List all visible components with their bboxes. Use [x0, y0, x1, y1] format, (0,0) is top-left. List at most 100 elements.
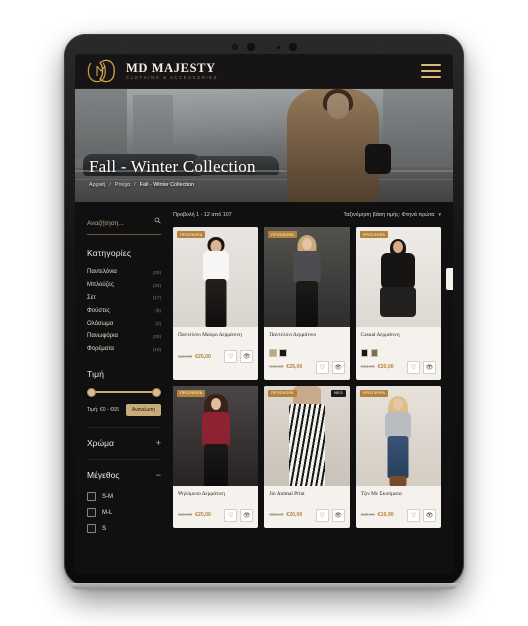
device-sensor-row: [64, 41, 464, 53]
sensor-dot-icon: [231, 44, 238, 50]
size-option-sm[interactable]: S-M: [87, 488, 161, 504]
eye-icon[interactable]: 👁: [240, 508, 254, 522]
sale-badge: ΠΡΟΣΦΟΡΑ: [268, 231, 297, 239]
product-info: Casual Δερμάτινη €34,00 €20,00 ♡ 👁: [356, 327, 441, 380]
eye-icon[interactable]: 👁: [423, 360, 436, 374]
product-title[interactable]: Τζιν Με Σκισίματα: [361, 491, 436, 505]
brand-logo[interactable]: MD MAJESTY CLOTHING & ACCESSORIES: [87, 59, 218, 83]
eye-icon[interactable]: 👁: [331, 508, 345, 522]
product-title[interactable]: Παντελόνι Μαύρο Δερμάτινη: [178, 332, 253, 346]
breadcrumb-item-home[interactable]: Αρχική: [89, 182, 105, 188]
category-label: Παντελόνια: [87, 269, 117, 276]
heart-icon[interactable]: ♡: [315, 360, 329, 374]
sidebar-item-dresses[interactable]: Φορέματα (19): [87, 343, 161, 356]
search-input[interactable]: [87, 220, 161, 227]
refresh-filter-button[interactable]: Ανανέωση: [125, 404, 161, 417]
color-filter-title: Χρώμα: [87, 438, 114, 449]
new-price: €19,90: [377, 512, 394, 518]
product-image: ΠΡΟΣΦΟΡΑ: [264, 227, 350, 327]
listing-toolbar: Προβολή 1 - 12 από 107 Ταξινόμηση βάση τ…: [173, 212, 441, 218]
heart-icon[interactable]: ♡: [407, 360, 420, 374]
product-photo: [173, 385, 259, 486]
checkbox-icon[interactable]: [87, 524, 96, 534]
heart-icon[interactable]: ♡: [407, 508, 420, 522]
device-screen: MD MAJESTY CLOTHING & ACCESSORIES Fall -…: [75, 54, 453, 574]
model-pants: [295, 281, 318, 327]
breadcrumb-separator: /: [134, 182, 136, 188]
brand-subtitle: CLOTHING & ACCESSORIES: [126, 75, 218, 81]
checkbox-icon[interactable]: [87, 492, 96, 502]
sidebar-item-set[interactable]: Σετ (17): [87, 292, 161, 305]
product-image: ΠΡΟΣΦΟΡΑ: [355, 227, 441, 327]
product-title[interactable]: Jin Animal Print: [269, 491, 344, 505]
hero-copy: Fall - Winter Collection Αρχική / Ρούχα …: [89, 157, 256, 188]
product-title[interactable]: Παντελόνι Δερμάτινο: [269, 332, 344, 346]
product-actions: ♡ 👁: [224, 350, 254, 363]
model-boots: [389, 475, 407, 486]
slider-handle-min[interactable]: [87, 388, 96, 398]
sidebar-item-pantelonia[interactable]: Παντελόνια (20): [87, 266, 161, 279]
screenshot-stage: MD MAJESTY CLOTHING & ACCESSORIES Fall -…: [0, 0, 528, 626]
price-filter-row: Τιμή: €0 - €65 Ανανέωση: [87, 404, 161, 417]
heart-icon[interactable]: ♡: [315, 508, 329, 522]
slider-track: [87, 391, 161, 394]
sale-badge: ΠΡΟΣΦΟΡΑ: [177, 231, 206, 239]
old-price: €30,00: [178, 512, 193, 517]
model-head: [301, 238, 312, 250]
eye-icon[interactable]: 👁: [240, 350, 254, 363]
eye-icon[interactable]: 👁: [331, 360, 345, 374]
slider-handle-max[interactable]: [152, 388, 161, 398]
hamburger-menu-icon[interactable]: [421, 64, 441, 78]
product-image: ΠΡΟΣΦΟΡΑ ΝΕΟ: [264, 385, 350, 486]
search-box[interactable]: [87, 212, 161, 235]
size-label: M-L: [102, 509, 113, 516]
product-photo: [173, 227, 259, 327]
price-group: €30,00 €25,00: [178, 512, 211, 518]
product-card[interactable]: ΠΡΟΣΦΟΡΑ Παντελόνι Μαύρο Δερμάτινη €30,0…: [173, 227, 259, 380]
heart-icon[interactable]: ♡: [224, 508, 238, 522]
size-option-ml[interactable]: M-L: [87, 505, 161, 521]
sidebar-item-jumpsuits[interactable]: Ολόσωμα (2): [87, 317, 161, 330]
product-info: Παντελόνι Μαύρο Δερμάτινη €30,00 €25,00 …: [173, 327, 258, 369]
category-count: (24): [152, 282, 161, 288]
swatch-olive[interactable]: [370, 349, 379, 357]
swatch-black[interactable]: [279, 349, 287, 357]
product-image: ΠΡΟΣΦΟΡΑ: [173, 227, 259, 327]
sidebar-item-skirts[interactable]: Φούστες (8): [87, 304, 161, 317]
product-card[interactable]: ΠΡΟΣΦΟΡΑ Παντελόνι Δερμάτινο €45,00 €25,…: [264, 227, 350, 380]
side-drawer-handle[interactable]: [446, 268, 453, 290]
category-label: Φορέματα: [87, 346, 114, 353]
color-filter-toggle[interactable]: Χρώμα +: [87, 427, 161, 448]
swatch-black[interactable]: [360, 349, 369, 357]
product-card[interactable]: ΠΡΟΣΦΟΡΑ Casual Δερμάτινη €34,00 €20,00 …: [355, 227, 441, 380]
tablet-device-frame: MD MAJESTY CLOTHING & ACCESSORIES Fall -…: [64, 34, 464, 589]
eye-icon[interactable]: 👁: [423, 508, 436, 522]
heart-icon[interactable]: ♡: [224, 350, 238, 363]
sidebar-item-blouzes[interactable]: Μπλούζες (24): [87, 279, 161, 292]
sale-badge: ΠΡΟΣΦΟΡΑ: [359, 389, 388, 397]
sidebar-item-outerwear[interactable]: Πανωφόρια (20): [87, 330, 161, 343]
front-camera-icon: [246, 43, 255, 51]
model-head: [393, 397, 404, 410]
microphone-icon: [276, 45, 280, 49]
price-filter-title: Τιμή: [87, 369, 105, 380]
sort-dropdown[interactable]: Ταξινόμηση βάση τιμής: Φτηνά πρώτα ▾: [344, 212, 441, 218]
category-count: (17): [152, 295, 161, 301]
badge-row: ΠΡΟΣΦΟΡΑ: [173, 389, 258, 397]
product-title[interactable]: Ψηλόμεσο Δερμάτινη: [178, 491, 253, 505]
old-price: €30,00: [178, 353, 193, 359]
breadcrumb-item-clothing[interactable]: Ρούχα: [115, 182, 130, 188]
product-image: ΠΡΟΣΦΟΡΑ: [173, 385, 259, 486]
swatch-beige[interactable]: [269, 349, 277, 357]
price-range-slider[interactable]: [87, 387, 161, 398]
breadcrumb-item-current: Fall - Winter Collection: [139, 182, 194, 188]
product-card[interactable]: ΠΡΟΣΦΟΡΑ Ψηλόμεσο Δερμάτινη €30,00 €25,0…: [173, 385, 259, 528]
product-card[interactable]: ΠΡΟΣΦΟΡΑ ΝΕΟ Jin Animal Print €35,00 €20…: [264, 385, 350, 528]
size-filter-toggle[interactable]: Μέγεθος −: [87, 459, 161, 480]
size-option-s[interactable]: S: [87, 521, 161, 537]
badge-row: ΠΡΟΣΦΟΡΑ: [173, 231, 258, 239]
checkbox-icon[interactable]: [87, 508, 96, 518]
product-title[interactable]: Casual Δερμάτινη: [361, 332, 436, 346]
search-icon[interactable]: [154, 211, 161, 229]
product-card[interactable]: ΠΡΟΣΦΟΡΑ Τζιν Με Σκισίματα €30,00 €19,90: [355, 385, 441, 528]
